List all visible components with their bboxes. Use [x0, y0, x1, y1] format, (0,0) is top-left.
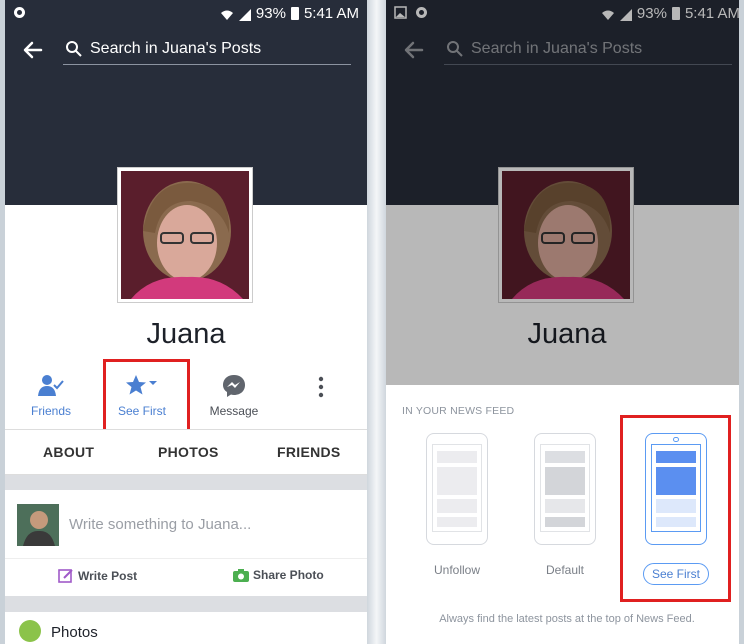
- phone-right: 93% 5:41 AM Search in Juana's Posts Juan…: [386, 0, 744, 644]
- phone-unfollow-icon: [426, 433, 488, 545]
- news-feed-footer: Always find the latest posts at the top …: [439, 613, 695, 625]
- signal-icon: [238, 8, 251, 21]
- friends-button[interactable]: Friends: [13, 368, 89, 418]
- news-feed-sheet: IN YOUR NEWS FEED Unfollow Default See F…: [386, 385, 744, 644]
- wifi-icon: [220, 8, 234, 20]
- share-photo-label: Share Photo: [253, 568, 324, 582]
- share-photo-button[interactable]: Share Photo: [233, 568, 324, 582]
- default-label: Default: [545, 563, 585, 577]
- default-option[interactable]: Default: [525, 433, 605, 577]
- camera-icon: [233, 569, 249, 582]
- tab-about[interactable]: ABOUT: [43, 444, 94, 460]
- search-bar: Search in Juana's Posts: [5, 34, 367, 70]
- back-arrow-icon[interactable]: [21, 38, 45, 62]
- search-input[interactable]: Search in Juana's Posts: [90, 40, 261, 58]
- write-post-button[interactable]: Write Post: [58, 568, 137, 584]
- composer-input[interactable]: Write something to Juana...: [69, 516, 251, 533]
- messenger-icon: [223, 375, 245, 397]
- panel-divider: [367, 0, 386, 644]
- tab-photos[interactable]: PHOTOS: [158, 444, 219, 460]
- pencil-icon: [58, 569, 73, 583]
- message-label: Message: [209, 404, 259, 418]
- status-bar: 93% 5:41 AM: [5, 0, 367, 28]
- battery-percent: 93%: [255, 5, 286, 22]
- modal-backdrop[interactable]: [386, 0, 744, 385]
- screenshot-composite: 93% 5:41 AM Search in Juana's Posts Juan…: [0, 0, 744, 644]
- profile-name: Juana: [146, 318, 226, 350]
- photos-section-title: Photos: [51, 624, 98, 641]
- see-first-highlight: [103, 359, 190, 435]
- composer-divider: [5, 558, 367, 559]
- search-icon: [65, 40, 83, 58]
- profile-tabs: ABOUT PHOTOS FRIENDS: [5, 429, 367, 475]
- unfollow-option[interactable]: Unfollow: [417, 433, 497, 577]
- section-divider: [5, 475, 367, 490]
- phone-default-icon: [534, 433, 596, 545]
- app-notification-icon: [13, 6, 26, 19]
- battery-icon: [290, 7, 299, 20]
- unfollow-label: Unfollow: [433, 563, 481, 577]
- photos-section-row[interactable]: Photos: [5, 612, 367, 644]
- phone-left: 93% 5:41 AM Search in Juana's Posts Juan…: [5, 0, 367, 644]
- photos-icon: [19, 620, 41, 642]
- more-options-button[interactable]: [283, 368, 359, 398]
- friends-label: Friends: [30, 404, 71, 418]
- more-vertical-icon: [318, 376, 324, 398]
- profile-picture[interactable]: [118, 168, 252, 302]
- clock: 5:41 AM: [303, 5, 359, 22]
- search-underline: [63, 64, 351, 65]
- tab-friends[interactable]: FRIENDS: [277, 444, 341, 460]
- see-first-option-highlight: [620, 415, 731, 602]
- user-avatar: [17, 504, 59, 546]
- section-divider-2: [5, 596, 367, 612]
- message-button[interactable]: Message: [196, 368, 272, 418]
- post-composer: Write something to Juana... Write Post S…: [5, 490, 367, 596]
- device-edge-right: [739, 0, 744, 644]
- friends-icon: [38, 375, 64, 396]
- news-feed-header: IN YOUR NEWS FEED: [402, 405, 515, 417]
- write-post-label: Write Post: [78, 569, 138, 583]
